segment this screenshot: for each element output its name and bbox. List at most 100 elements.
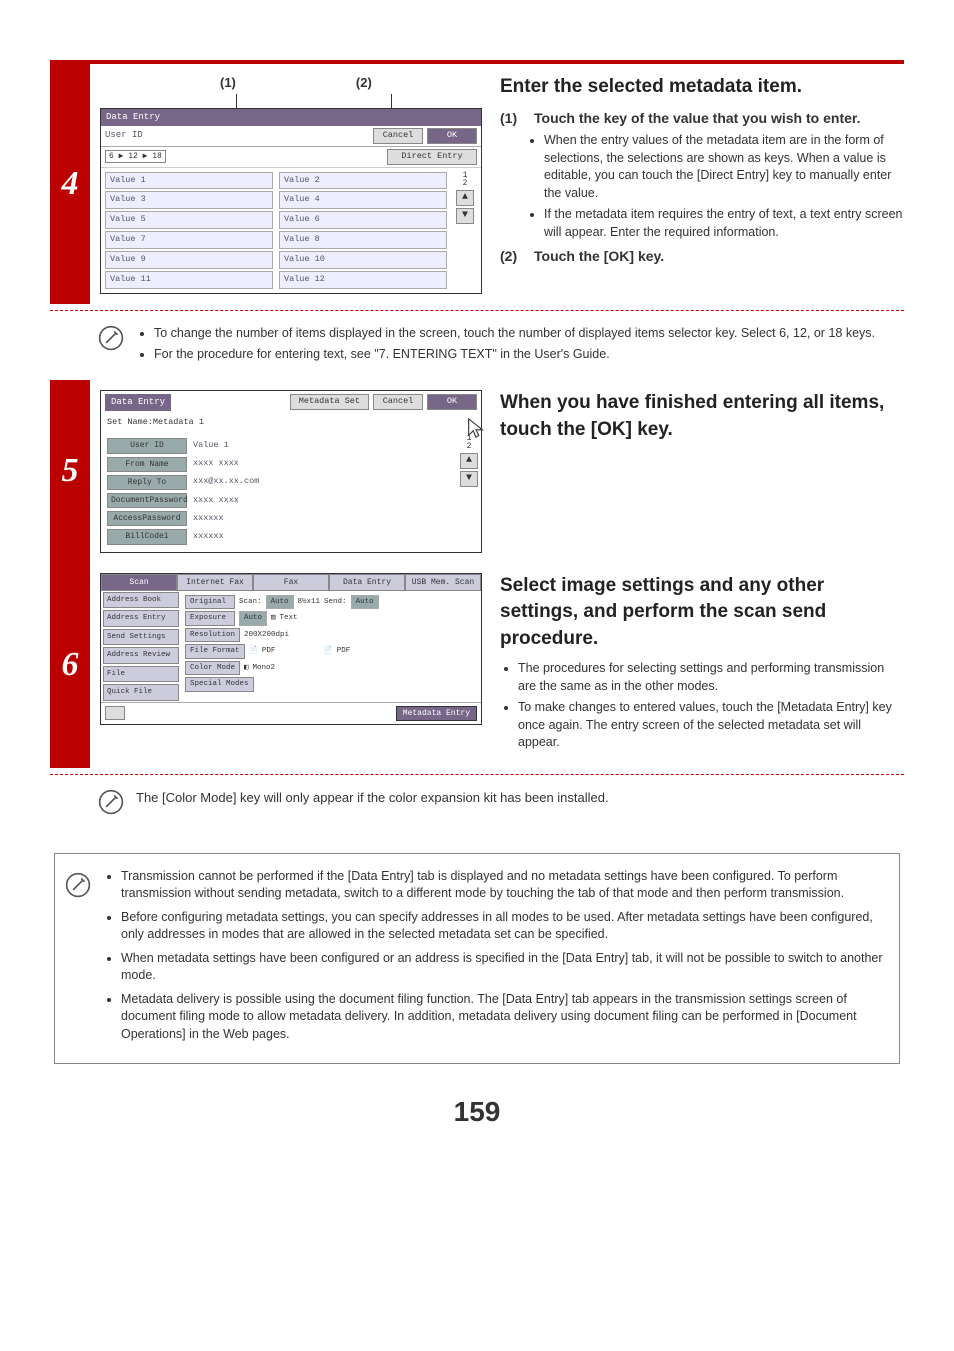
value-key[interactable]: Value 9 bbox=[105, 251, 273, 269]
value-key[interactable]: Value 10 bbox=[279, 251, 447, 269]
substep1-bullet: When the entry values of the metadata it… bbox=[544, 132, 904, 202]
side-address-review[interactable]: Address Review bbox=[103, 647, 179, 664]
side-quick-file[interactable]: Quick File bbox=[103, 684, 179, 701]
cancel-button[interactable]: Cancel bbox=[373, 128, 423, 144]
file-format-button[interactable]: File Format bbox=[185, 644, 245, 659]
field-key[interactable]: Reply To bbox=[107, 475, 187, 490]
note-text: The [Color Mode] key will only appear if… bbox=[136, 790, 609, 805]
field-value: Value 1 bbox=[193, 440, 229, 452]
step6-heading: Select image settings and any other sett… bbox=[500, 573, 904, 653]
scroll-up-button[interactable]: ▲ bbox=[456, 190, 474, 206]
pdf-icon: 📄 bbox=[323, 646, 332, 657]
callout-tick-2 bbox=[391, 94, 392, 108]
final-note-bullet: Before configuring metadata settings, yo… bbox=[121, 909, 885, 944]
mono-icon: ◧ bbox=[244, 663, 249, 674]
field-value: xxxxxx bbox=[193, 531, 224, 543]
text-icon: ▤ bbox=[271, 613, 276, 624]
step4-panel: Data Entry User ID Cancel OK 6 ▶ 12 ▶ 18… bbox=[100, 108, 482, 294]
step-number: 4 bbox=[62, 160, 79, 208]
value-key[interactable]: Value 3 bbox=[105, 191, 273, 209]
pdf-icon: 📄 bbox=[249, 646, 258, 657]
final-note-bullet: When metadata settings have been configu… bbox=[121, 950, 885, 985]
step-4: 4 (1) (2) Data Entry User ID Cancel OK 6… bbox=[50, 64, 904, 304]
direct-entry-button[interactable]: Direct Entry bbox=[387, 149, 477, 165]
field-key[interactable]: From Name bbox=[107, 457, 187, 472]
user-id-label: User ID bbox=[105, 129, 143, 142]
scroll-down-button[interactable]: ▼ bbox=[456, 208, 474, 224]
set-name-label: Set Name:Metadata 1 bbox=[101, 414, 481, 432]
note-bullet: To change the number of items displayed … bbox=[154, 325, 875, 343]
field-key[interactable]: DocumentPassword bbox=[107, 493, 187, 508]
step4-note: To change the number of items displayed … bbox=[50, 317, 904, 380]
tab-usb-mem-scan[interactable]: USB Mem. Scan bbox=[405, 574, 481, 590]
scan-value: Auto bbox=[266, 595, 294, 610]
step-number-cell: 4 bbox=[50, 64, 90, 304]
file-format-value: PDF bbox=[262, 646, 276, 657]
special-modes-button[interactable]: Special Modes bbox=[185, 677, 254, 692]
color-mode-value: Mono2 bbox=[253, 663, 276, 674]
step6-note-text: The [Color Mode] key will only appear if… bbox=[136, 789, 609, 807]
step5-heading: When you have finished entering all item… bbox=[500, 390, 904, 443]
tab-fax[interactable]: Fax bbox=[253, 574, 329, 590]
pencil-note-icon bbox=[65, 872, 91, 898]
side-send-settings[interactable]: Send Settings bbox=[103, 629, 179, 646]
send-label: Send: bbox=[324, 597, 347, 608]
step5-left: Data Entry Metadata Set Cancel OK Set Na… bbox=[90, 380, 490, 563]
original-button[interactable]: Original bbox=[185, 595, 235, 610]
final-note-list: Transmission cannot be performed if the … bbox=[121, 868, 885, 1050]
substep1-idx: (1) bbox=[500, 109, 526, 129]
file-format-value2: PDF bbox=[337, 646, 351, 657]
side-buttons: Address Book Address Entry Send Settings… bbox=[101, 591, 181, 702]
resolution-value: 200X200dpi bbox=[244, 630, 289, 641]
panel-title: Data Entry bbox=[101, 109, 481, 126]
color-mode-button[interactable]: Color Mode bbox=[185, 661, 240, 676]
step-number-cell: 5 bbox=[50, 380, 90, 563]
step6-panel: Scan Internet Fax Fax Data Entry USB Mem… bbox=[100, 573, 482, 725]
metadata-set-button[interactable]: Metadata Set bbox=[290, 394, 369, 410]
value-key[interactable]: Value 4 bbox=[279, 191, 447, 209]
scan-label: Scan: bbox=[239, 597, 262, 608]
final-note-bullet: Transmission cannot be performed if the … bbox=[121, 868, 885, 903]
mode-tabs: Scan Internet Fax Fax Data Entry USB Mem… bbox=[101, 574, 481, 590]
side-address-entry[interactable]: Address Entry bbox=[103, 610, 179, 627]
value-key[interactable]: Value 8 bbox=[279, 231, 447, 249]
step-5: 5 Data Entry Metadata Set Cancel OK Set … bbox=[50, 380, 904, 563]
dashed-separator bbox=[50, 310, 904, 311]
value-key[interactable]: Value 5 bbox=[105, 211, 273, 229]
field-value: xxx@xx.xx.com bbox=[193, 476, 259, 488]
exposure-button[interactable]: Exposure bbox=[185, 611, 235, 626]
value-key[interactable]: Value 7 bbox=[105, 231, 273, 249]
side-address-book[interactable]: Address Book bbox=[103, 592, 179, 609]
dashed-separator bbox=[50, 774, 904, 775]
step6-bullet: To make changes to entered values, touch… bbox=[518, 699, 904, 752]
tab-internet-fax[interactable]: Internet Fax bbox=[177, 574, 253, 590]
resolution-button[interactable]: Resolution bbox=[185, 628, 240, 643]
items-selector[interactable]: 6 ▶ 12 ▶ 18 bbox=[105, 150, 166, 163]
step4-note-text: To change the number of items displayed … bbox=[136, 325, 875, 368]
value-key[interactable]: Value 12 bbox=[279, 271, 447, 289]
scroll-up-button[interactable]: ▲ bbox=[460, 453, 478, 469]
value-key[interactable]: Value 11 bbox=[105, 271, 273, 289]
ok-button[interactable]: OK bbox=[427, 128, 477, 144]
field-value: xxxx xxxx bbox=[193, 495, 239, 507]
side-file[interactable]: File bbox=[103, 666, 179, 683]
substep2-idx: (2) bbox=[500, 247, 526, 267]
scroll-down-button[interactable]: ▼ bbox=[460, 471, 478, 487]
field-key[interactable]: User ID bbox=[107, 438, 187, 453]
step4-right: Enter the selected metadata item. (1) To… bbox=[490, 64, 904, 304]
value-key[interactable]: Value 6 bbox=[279, 211, 447, 229]
metadata-entry-button[interactable]: Metadata Entry bbox=[396, 706, 477, 721]
value-key[interactable]: Value 2 bbox=[279, 172, 447, 190]
field-key[interactable]: BillCode1 bbox=[107, 529, 187, 544]
value-key[interactable]: Value 1 bbox=[105, 172, 273, 190]
preview-icon[interactable] bbox=[105, 706, 125, 720]
pencil-note-icon bbox=[98, 325, 124, 351]
ok-button[interactable]: OK bbox=[427, 394, 477, 410]
callout-2: (2) bbox=[356, 74, 372, 92]
field-key[interactable]: AccessPassword bbox=[107, 511, 187, 526]
step-6: 6 Scan Internet Fax Fax Data Entry USB M… bbox=[50, 563, 904, 768]
tab-scan[interactable]: Scan bbox=[101, 574, 177, 590]
step5-right: When you have finished entering all item… bbox=[490, 380, 904, 563]
cancel-button[interactable]: Cancel bbox=[373, 394, 423, 410]
tab-data-entry[interactable]: Data Entry bbox=[329, 574, 405, 590]
